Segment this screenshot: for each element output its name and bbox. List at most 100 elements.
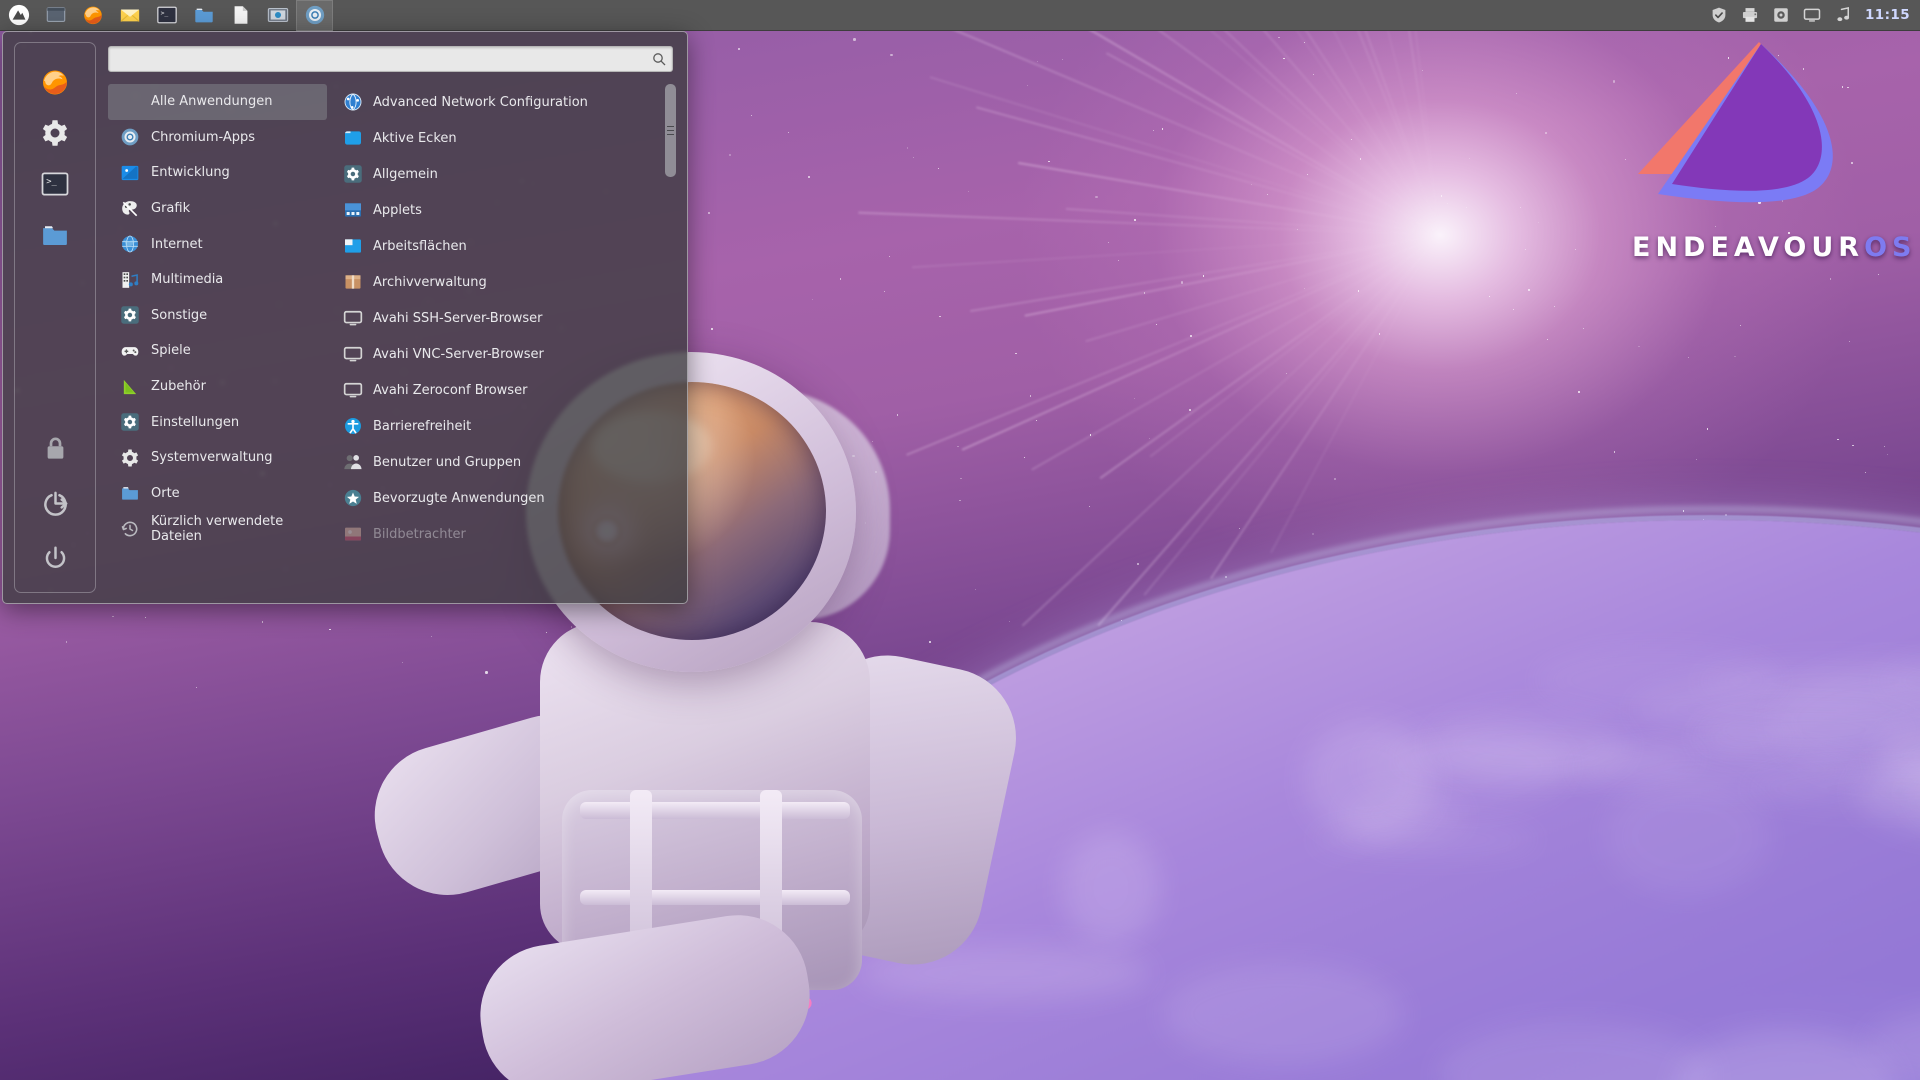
- menu-category-label: Chromium-Apps: [151, 129, 256, 145]
- star-icon: [343, 488, 363, 508]
- menu-category-k-rzlich-verwendete-dateien[interactable]: Kürzlich verwendete Dateien: [108, 511, 327, 547]
- sun-ray: [1105, 52, 1441, 236]
- applications-menu-button[interactable]: [0, 0, 37, 31]
- menu-category-einstellungen[interactable]: Einstellungen: [108, 404, 327, 440]
- rail-firefox[interactable]: [34, 61, 76, 103]
- menu-category-label: Zubehör: [151, 379, 206, 395]
- settings-gear-icon: [120, 412, 140, 432]
- window-icon: [45, 4, 67, 26]
- menu-favorite-apps: >_: [34, 61, 76, 265]
- chromium-launcher[interactable]: [296, 0, 333, 31]
- astronaut-strap: [580, 890, 850, 905]
- star: [1883, 445, 1885, 448]
- display-tray-icon[interactable]: [1803, 6, 1821, 24]
- security-shield-tray-icon[interactable]: [1710, 6, 1728, 24]
- menu-app-item[interactable]: Advanced Network Configuration: [339, 84, 664, 120]
- menu-search-bar[interactable]: [108, 46, 673, 72]
- menu-app-item[interactable]: Allgemein: [339, 156, 664, 192]
- menu-category-multimedia[interactable]: Multimedia: [108, 262, 327, 298]
- search-input[interactable]: [115, 51, 652, 67]
- star: [1089, 434, 1091, 436]
- menu-app-label: Barrierefreiheit: [373, 418, 472, 434]
- lock-screen-button[interactable]: [34, 427, 76, 469]
- menu-category-entwicklung[interactable]: Entwicklung: [108, 155, 327, 191]
- app-list-scrollbar-thumb[interactable]: [665, 84, 676, 177]
- rail-settings[interactable]: [34, 112, 76, 154]
- printer-tray-icon[interactable]: [1741, 6, 1759, 24]
- menu-category-chromium-apps[interactable]: Chromium-Apps: [108, 120, 327, 156]
- menu-category-spiele[interactable]: Spiele: [108, 333, 327, 369]
- menu-app-item[interactable]: Archivverwaltung: [339, 264, 664, 300]
- menu-category-label: Internet: [151, 236, 203, 252]
- rail-files[interactable]: [34, 214, 76, 256]
- menu-app-item[interactable]: Arbeitsflächen: [339, 228, 664, 264]
- network-icon: [343, 92, 363, 112]
- menu-app-item[interactable]: Avahi VNC-Server-Browser: [339, 336, 664, 372]
- image-viewer-icon: [343, 524, 363, 544]
- menu-category-orte[interactable]: Orte: [108, 476, 327, 512]
- star: [1545, 132, 1547, 134]
- star: [1095, 195, 1098, 199]
- star: [967, 190, 969, 193]
- menu-category-label: Alle Anwendungen: [151, 94, 273, 110]
- audio-tray-icon[interactable]: [1834, 6, 1852, 24]
- menu-category-label: Entwicklung: [151, 165, 230, 181]
- planet-cloud: [1604, 776, 1769, 897]
- development-icon: [120, 163, 140, 183]
- eos-wordmark-accent: OS: [1864, 232, 1917, 263]
- star: [1137, 563, 1139, 565]
- monitor-icon: [343, 344, 363, 364]
- text-editor-launcher[interactable]: [222, 0, 259, 31]
- endeavouros-logo: ENDEAVOUROS: [1632, 36, 1911, 266]
- firefox-launcher[interactable]: [74, 0, 111, 31]
- star: [1161, 128, 1164, 130]
- star: [261, 621, 264, 623]
- menu-category-sonstige[interactable]: Sonstige: [108, 298, 327, 334]
- other-gear-icon: [120, 305, 140, 325]
- menu-app-item[interactable]: Aktive Ecken: [339, 120, 664, 156]
- log-out-button[interactable]: [34, 482, 76, 524]
- menu-app-item[interactable]: Applets: [339, 192, 664, 228]
- menu-category-grafik[interactable]: Grafik: [108, 191, 327, 227]
- clock[interactable]: 11:15: [1865, 7, 1910, 23]
- mail-launcher[interactable]: [111, 0, 148, 31]
- menu-category-label: Systemverwaltung: [151, 450, 273, 466]
- eos-wordmark: ENDEAVOUROS: [1632, 232, 1911, 263]
- menu-panes: Alle Anwendungen Chromium-Apps Entwicklung…: [108, 84, 677, 593]
- menu-application-list: Advanced Network Configuration Aktive Eck…: [333, 84, 664, 593]
- star: [1829, 278, 1831, 280]
- app-list-scrollbar-track[interactable]: [664, 84, 677, 593]
- rail-terminal[interactable]: >_: [34, 163, 76, 205]
- menu-app-item[interactable]: Bevorzugte Anwendungen: [339, 480, 664, 516]
- graphics-palette-icon: [120, 199, 140, 219]
- star: [729, 154, 731, 156]
- planet-cloud: [1305, 720, 1433, 839]
- menu-category-systemverwaltung[interactable]: Systemverwaltung: [108, 440, 327, 476]
- shutdown-button[interactable]: [34, 537, 76, 579]
- star: [1188, 408, 1191, 411]
- accessories-ruler-icon: [120, 377, 140, 397]
- menu-category-internet[interactable]: Internet: [108, 226, 327, 262]
- menu-category-zubeh-r[interactable]: Zubehör: [108, 369, 327, 405]
- recent-clock-icon: [120, 519, 140, 539]
- svg-text:>_: >_: [46, 177, 57, 187]
- menu-app-item[interactable]: Avahi SSH-Server-Browser: [339, 300, 664, 336]
- firefox-icon: [82, 4, 104, 26]
- terminal-launcher[interactable]: >_: [148, 0, 185, 31]
- disk-tray-icon[interactable]: [1772, 6, 1790, 24]
- menu-category-alle-anwendungen[interactable]: Alle Anwendungen: [108, 84, 327, 120]
- show-desktop-button[interactable]: [37, 0, 74, 31]
- mail-envelope-icon: [119, 4, 141, 26]
- folder-icon: [120, 483, 140, 503]
- menu-app-item[interactable]: Barrierefreiheit: [339, 408, 664, 444]
- planet-cloud: [1163, 962, 1404, 1065]
- star: [708, 212, 710, 214]
- star: [1613, 451, 1615, 453]
- sun-ray: [1085, 234, 1441, 343]
- star: [750, 114, 752, 116]
- menu-app-item[interactable]: Benutzer und Gruppen: [339, 444, 664, 480]
- file-manager-launcher[interactable]: [185, 0, 222, 31]
- screenshot-launcher[interactable]: [259, 0, 296, 31]
- menu-app-item[interactable]: Avahi Zeroconf Browser: [339, 372, 664, 408]
- menu-app-item[interactable]: Bildbetrachter: [339, 516, 664, 552]
